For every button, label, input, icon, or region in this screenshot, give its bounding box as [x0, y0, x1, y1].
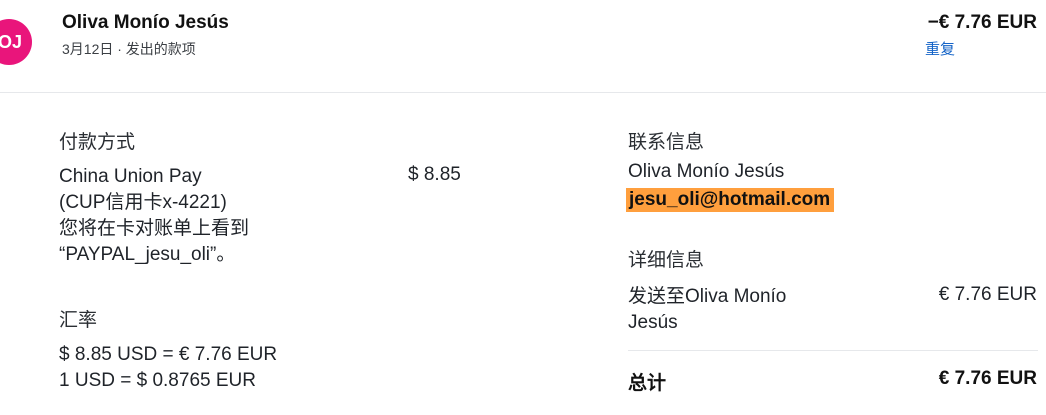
contact-email[interactable]: jesu_oli@hotmail.com: [626, 188, 835, 212]
avatar: OJ: [0, 19, 32, 65]
details-recipient: 发送至Oliva Monío Jesús: [628, 284, 786, 336]
transaction-meta: 3月12日 · 发出的款项: [62, 41, 196, 57]
exchange-rate-details: $ 8.85 USD = € 7.76 EUR 1 USD = $ 0.8765…: [59, 342, 277, 394]
exchange-rate-title: 汇率: [59, 310, 98, 331]
details-amount: € 7.76 EUR: [938, 284, 1037, 305]
header-divider: [0, 92, 1046, 93]
transaction-amount: −€ 7.76 EUR: [927, 12, 1037, 33]
total-divider: [628, 350, 1038, 351]
total-label: 总计: [628, 373, 667, 394]
payment-method-line: “PAYPAL_jesu_oli”。: [59, 244, 236, 265]
total-amount: € 7.76 EUR: [938, 368, 1037, 389]
exchange-rate-line: 1 USD = $ 0.8765 EUR: [59, 370, 256, 391]
contact-name: Oliva Monío Jesús: [628, 161, 785, 182]
payment-method-line: 您将在卡对账单上看到: [59, 218, 250, 239]
repeat-link[interactable]: 重复: [925, 38, 955, 59]
details-line: Jesús: [628, 312, 678, 333]
details-line: 发送至Oliva Monío: [628, 286, 787, 307]
counterparty-name: Oliva Monío Jesús: [62, 12, 229, 33]
contact-info-title: 联系信息: [628, 132, 705, 153]
exchange-rate-line: $ 8.85 USD = € 7.76 EUR: [59, 344, 278, 365]
payment-method-details: China Union Pay (CUP信用卡x-4221) 您将在卡对账单上看…: [59, 164, 249, 268]
payment-method-amount: $ 8.85: [408, 164, 461, 185]
payment-method-line: (CUP信用卡x-4221): [59, 192, 227, 213]
payment-method-line: China Union Pay: [59, 166, 202, 187]
details-title: 详细信息: [628, 250, 705, 271]
payment-method-title: 付款方式: [59, 132, 136, 153]
